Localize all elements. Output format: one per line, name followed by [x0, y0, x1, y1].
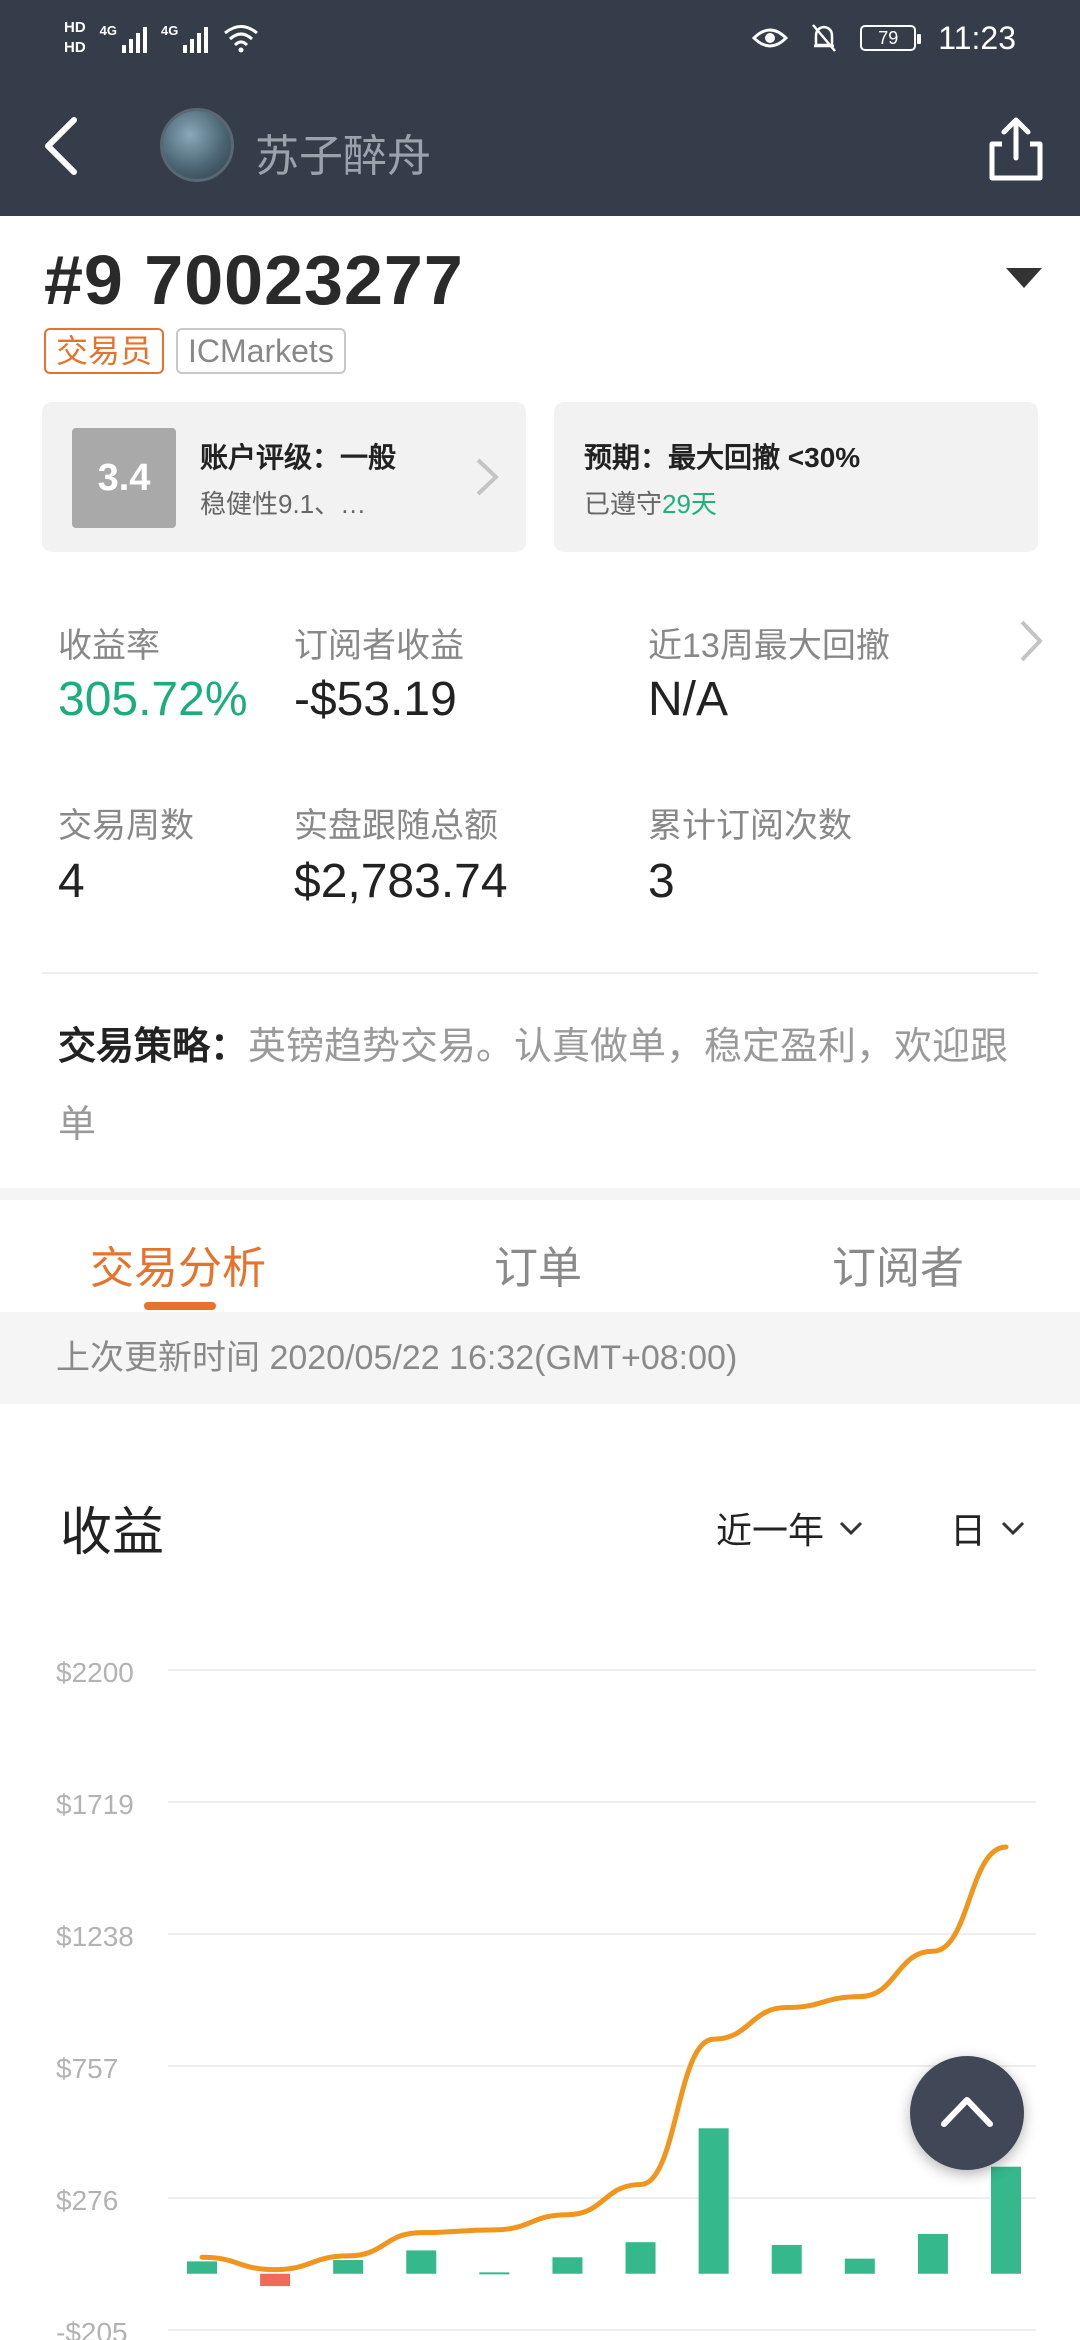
- tab-subscribers[interactable]: 订阅者: [832, 1232, 964, 1296]
- strategy-label: 交易策略：: [58, 1026, 249, 1068]
- chevron-down-icon: [1001, 1521, 1025, 1536]
- app-header: HD HD 4G 4G 79 11:23 苏子醉舟: [0, 0, 1080, 216]
- status-right: 79 11:23: [752, 14, 1016, 62]
- rating-sub: 稳健性9.1、…: [200, 489, 367, 519]
- chart-bar: [844, 2258, 875, 2274]
- clock: 11:23: [938, 19, 1016, 56]
- nav-bar: 苏子醉舟: [0, 76, 1080, 216]
- rating-card[interactable]: 3.4 账户评级：一般 稳健性9.1、…: [42, 402, 526, 552]
- chart-bar: [333, 2260, 364, 2274]
- chevron-right-icon[interactable]: [1016, 616, 1046, 666]
- period-select-value: 日: [950, 1510, 987, 1551]
- status-bar: HD HD 4G 4G 79 11:23: [0, 0, 1080, 76]
- chevron-right-icon: [476, 458, 499, 496]
- stat-label-subscriptions: 累计订阅次数: [648, 807, 852, 845]
- chart-bar: [771, 2244, 802, 2274]
- stat-value-subscriber-profit: -$53.19: [294, 673, 457, 726]
- bell-off-icon: [812, 24, 837, 52]
- stat-label-subscriber-profit: 订阅者收益: [294, 627, 464, 665]
- account-tags: 交易员 ICMarkets: [44, 328, 346, 374]
- expect-heading: 预期：最大回撤 <30%: [584, 442, 861, 473]
- signal-icon: 4G: [99, 23, 148, 53]
- expect-card[interactable]: 预期：最大回撤 <30% 已遵守29天: [554, 402, 1038, 552]
- chart-bar: [625, 2242, 656, 2274]
- account-title: #9 70023277: [44, 241, 464, 319]
- y-tick-label: $1238: [56, 1921, 134, 1952]
- hd-indicator: HD HD: [64, 18, 86, 58]
- stat-label-max-drawdown: 近13周最大回撤: [648, 627, 890, 665]
- expect-sub: 已遵守29天: [584, 484, 717, 521]
- account-dropdown-icon[interactable]: [1006, 268, 1042, 288]
- y-tick-label: $757: [56, 2053, 118, 2084]
- back-arrow-icon[interactable]: [34, 106, 94, 186]
- profit-chart: $2200 $1719 $1238 $757 $276 -$205: [56, 1657, 1036, 2340]
- net2-label: 4G: [161, 23, 179, 38]
- chart-line: [199, 1844, 1009, 2273]
- tab-orders[interactable]: 订单: [494, 1232, 582, 1296]
- chart-bar: [406, 2250, 437, 2274]
- avatar[interactable]: [160, 108, 234, 182]
- net1-label: 4G: [99, 23, 118, 38]
- range-select[interactable]: 近一年: [716, 1502, 864, 1554]
- tag-role: 交易员: [44, 328, 165, 374]
- range-select-value: 近一年: [716, 1510, 825, 1551]
- expect-sub-prefix: 已遵守: [584, 489, 663, 519]
- chart-bar: [917, 2233, 948, 2274]
- expect-sub-days: 29天: [662, 489, 717, 519]
- chart-bar: [552, 2257, 583, 2274]
- nav-title: 苏子醉舟: [255, 132, 431, 181]
- y-tick-label: $276: [56, 2185, 118, 2216]
- status-left: HD HD 4G 4G: [64, 10, 260, 66]
- chart-bar: [479, 2272, 510, 2275]
- chart-bar: [698, 2128, 729, 2274]
- section-separator: [0, 1188, 1080, 1200]
- chart-title: 收益: [60, 1504, 165, 1562]
- chart-bar: [991, 2166, 1021, 2274]
- tab-analysis[interactable]: 交易分析: [90, 1232, 266, 1296]
- chart-bar: [187, 2261, 217, 2274]
- rating-heading: 账户评级：一般: [200, 442, 397, 473]
- stat-label-follow-total: 实盘跟随总额: [294, 807, 498, 845]
- stat-label-return: 收益率: [58, 627, 160, 665]
- y-tick-label: -$205: [56, 2317, 128, 2340]
- hd1-label: HD: [64, 19, 86, 36]
- tab-indicator: [144, 1302, 216, 1310]
- period-select[interactable]: 日: [950, 1502, 1026, 1554]
- y-tick-label: $2200: [56, 1657, 134, 1688]
- battery-indicator: 79: [860, 25, 922, 51]
- stat-value-follow-total: $2,783.74: [294, 855, 508, 908]
- stat-value-subscriptions: 3: [648, 855, 675, 908]
- stat-label-weeks: 交易周数: [58, 807, 194, 845]
- wifi-icon: [224, 25, 259, 53]
- chart-bar: [260, 2273, 291, 2287]
- share-icon[interactable]: [984, 114, 1048, 184]
- stat-value-return: 305.72%: [58, 673, 248, 726]
- strategy-text: 交易策略：英镑趋势交易。认真做单，稳定盈利，欢迎跟单: [58, 1008, 1038, 1164]
- tag-broker: ICMarkets: [176, 328, 346, 374]
- last-update: 上次更新时间 2020/05/22 16:32(GMT+08:00): [0, 1312, 1080, 1404]
- chevron-down-icon: [839, 1521, 863, 1536]
- scroll-top-button[interactable]: [910, 2056, 1024, 2170]
- rating-score: 3.4: [72, 428, 176, 528]
- y-tick-label: $1719: [56, 1789, 134, 1820]
- eye-icon: [752, 28, 789, 48]
- stat-value-max-drawdown: N/A: [648, 673, 729, 726]
- hd2-label: HD: [64, 39, 86, 56]
- stat-value-weeks: 4: [58, 855, 85, 908]
- signal-icon-2: 4G: [161, 23, 209, 53]
- divider: [42, 972, 1038, 974]
- chevron-up-icon: [941, 2097, 993, 2127]
